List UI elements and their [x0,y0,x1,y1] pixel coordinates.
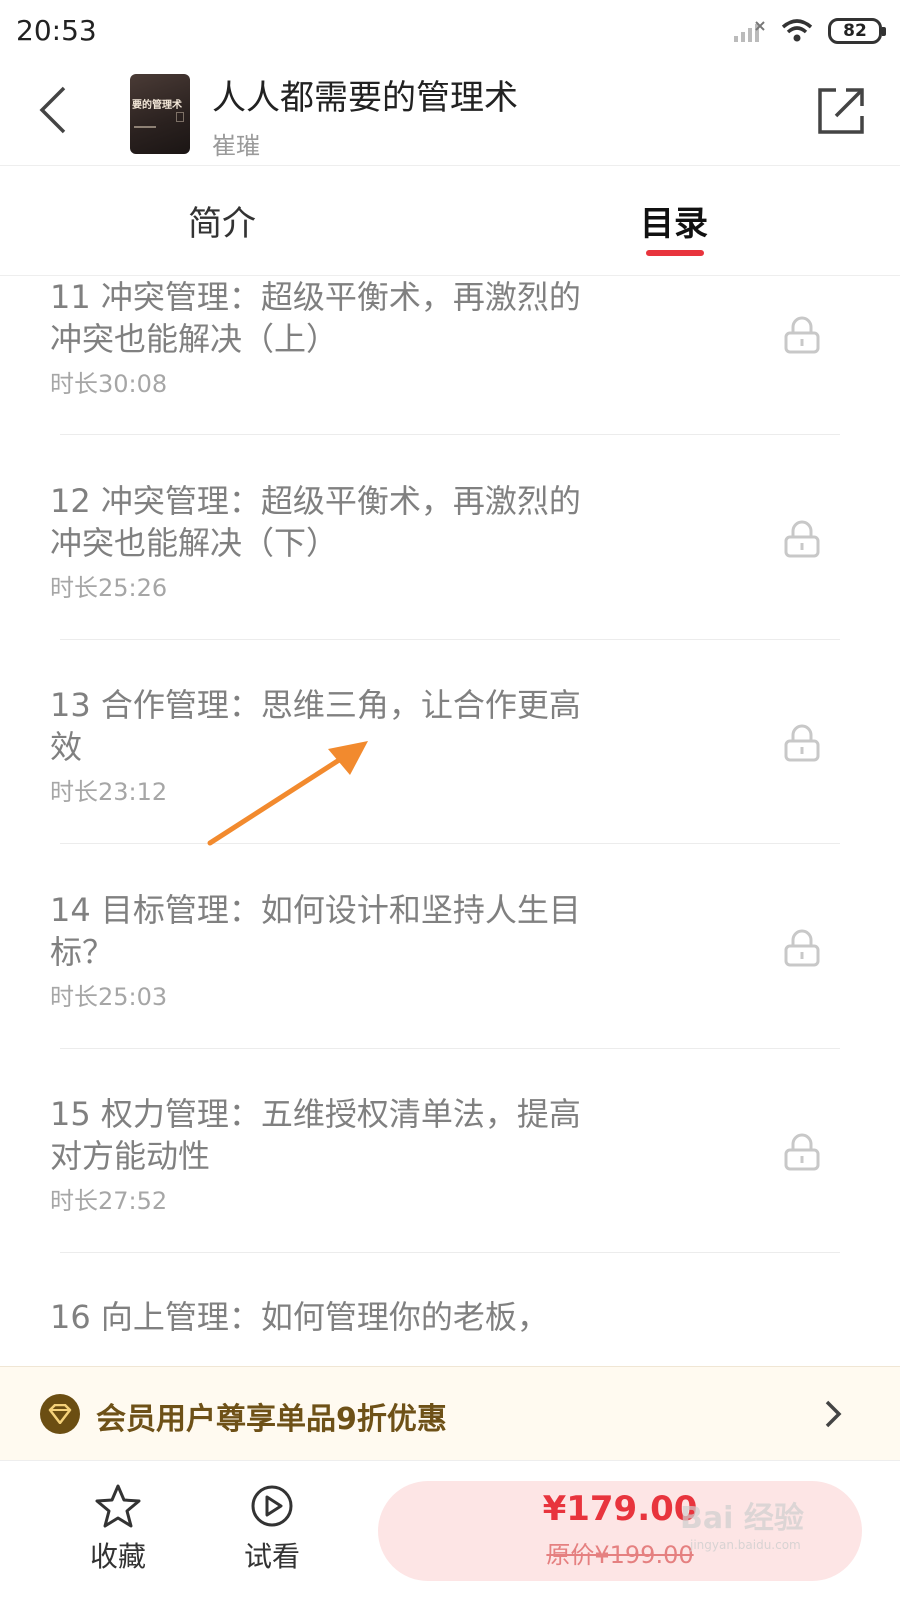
tab-intro[interactable]: 简介 [188,196,256,245]
member-discount-text: 会员用户尊享单品9折优惠 [96,1402,447,1437]
watermark: Bai 经验 [680,1501,804,1536]
tab-bar: 简介 目录 [0,166,900,276]
cover-decoration [176,112,184,122]
share-button[interactable] [814,84,868,138]
trial-button[interactable]: 试看 [232,1483,312,1575]
trial-label: 试看 [243,1540,300,1573]
divider [60,1252,840,1253]
cover-text: 要的管理术 [132,100,182,111]
book-cover: 要的管理术 [130,74,190,154]
signal-icon [734,21,765,42]
chapter-item[interactable]: 11 冲突管理：超级平衡术，再激烈的冲突也能解决（上） 时长30:08 [0,276,900,484]
lock-icon [784,520,820,558]
chapter-item[interactable]: 12 冲突管理：超级平衡术，再激烈的冲突也能解决（下） 时长25:26 [0,480,900,688]
chapter-duration: 时长25:26 [50,574,168,602]
play-circle-icon [251,1485,293,1527]
book-author: 崔璀 [212,132,260,160]
chapter-title: 13 合作管理：思维三角，让合作更高效 [50,686,581,766]
battery-indicator: 82 [828,18,886,44]
vip-diamond-icon [40,1394,80,1434]
chapter-title: 11 冲突管理：超级平衡术，再激烈的冲突也能解决（上） [50,278,581,358]
chapter-item[interactable]: 13 合作管理：思维三角，让合作更高效 时长23:12 [0,684,900,892]
chevron-left-icon [39,86,66,134]
lock-icon [784,724,820,762]
status-time: 20:53 [16,14,97,47]
chapter-list[interactable]: 11 冲突管理：超级平衡术，再激烈的冲突也能解决（上） 时长30:08 12 冲… [0,276,900,1366]
divider [60,1048,840,1049]
chapter-item[interactable]: 14 目标管理：如何设计和坚持人生目标？ 时长25:03 [0,889,900,1097]
divider [60,639,840,640]
lock-icon [784,1133,820,1171]
tab-catalog[interactable]: 目录 [640,196,708,245]
chapter-title: 12 冲突管理：超级平衡术，再激烈的冲突也能解决（下） [50,482,581,562]
status-bar: 20:53 82 [0,0,900,62]
chapter-item[interactable]: 16 向上管理：如何管理你的老板， [0,1296,900,1366]
lock-icon [784,316,820,354]
divider [60,434,840,435]
star-icon [95,1484,141,1528]
status-icons: 82 [732,14,886,48]
chapter-title: 15 权力管理：五维授权清单法，提高对方能动性 [50,1095,581,1175]
member-discount-banner[interactable]: 会员用户尊享单品9折优惠 [0,1366,900,1460]
favorite-label: 收藏 [89,1540,146,1573]
active-tab-indicator [646,250,704,256]
cover-decoration [134,126,156,128]
chapter-duration: 时长27:52 [50,1187,168,1215]
chapter-duration: 时长25:03 [50,983,168,1011]
header: 要的管理术 人人都需要的管理术 崔璀 [0,62,900,166]
share-icon [818,88,864,134]
battery-level: 82 [843,21,867,41]
back-button[interactable] [28,80,78,140]
divider [60,843,840,844]
favorite-button[interactable]: 收藏 [78,1483,158,1575]
chapter-title: 14 目标管理：如何设计和坚持人生目标？ [50,891,581,971]
chapter-title: 16 向上管理：如何管理你的老板， [50,1298,549,1336]
book-title: 人人都需要的管理术 [212,78,518,118]
chapter-duration: 时长23:12 [50,778,168,806]
wifi-icon [781,19,813,42]
chapter-duration: 时长30:08 [50,370,168,398]
chevron-right-icon [825,1400,842,1428]
lock-icon [784,929,820,967]
watermark-url: jingyan.baidu.com [690,1538,801,1552]
chapter-item[interactable]: 15 权力管理：五维授权清单法，提高对方能动性 时长27:52 [0,1093,900,1301]
